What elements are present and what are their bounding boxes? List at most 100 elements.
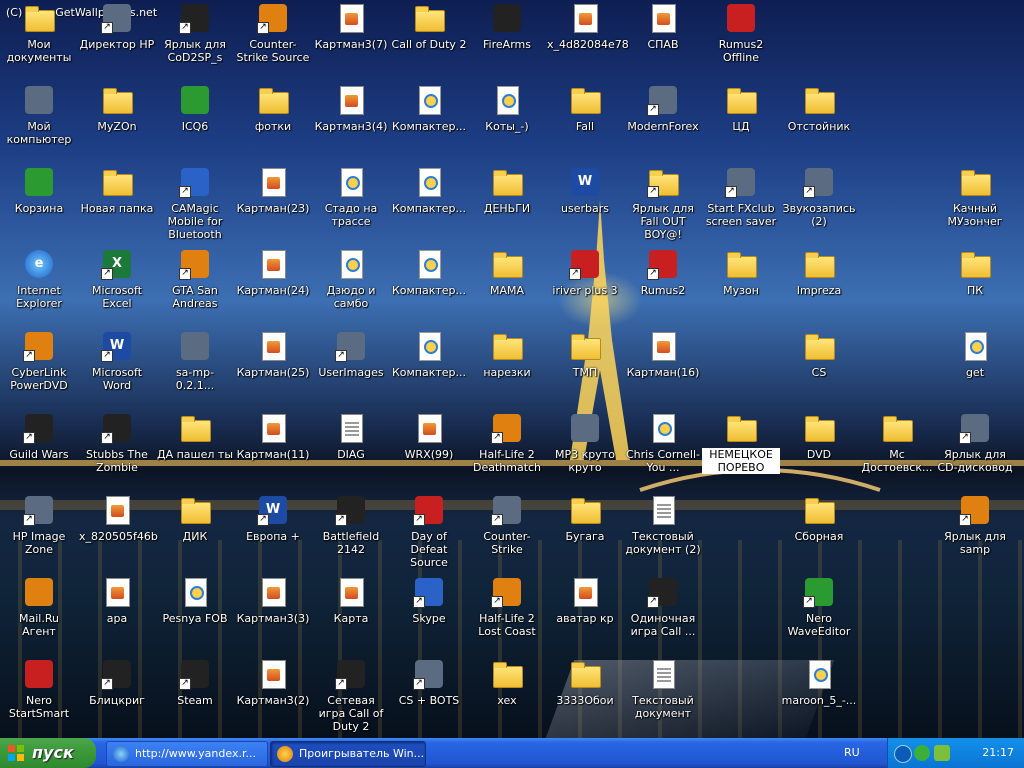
desktop-icon[interactable]: ↗ ModernForex <box>624 84 702 166</box>
desktop-icon[interactable]: Бугага <box>546 494 624 576</box>
desktop-icon[interactable]: Мой компьютер <box>0 84 78 166</box>
desktop-icon[interactable]: ↗ Ярлык для CoD2SP_s <box>156 2 234 84</box>
desktop-icon[interactable]: НЕМЕЦКОЕ ПОРЕВО <box>702 412 780 494</box>
desktop-icon[interactable]: MAMA <box>468 248 546 330</box>
desktop-icon[interactable]: ↗ CyberLink PowerDVD <box>0 330 78 412</box>
desktop-icon[interactable]: ↗ Блицкриг <box>78 658 156 738</box>
desktop-icon[interactable]: Отстойник <box>780 84 858 166</box>
desktop-icon[interactable]: Новая папка <box>78 166 156 248</box>
desktop-icon[interactable]: W ↗ Microsoft Word <box>78 330 156 412</box>
desktop-icon[interactable]: ДА пашел ты <box>156 412 234 494</box>
desktop-icon[interactable]: Rumus2 Offline <box>702 2 780 84</box>
desktop-icon[interactable]: e Internet Explorer <box>0 248 78 330</box>
desktop-icon[interactable]: Картман3(2) <box>234 658 312 738</box>
desktop-icon[interactable]: Текстовый документ (2) <box>624 494 702 576</box>
desktop-icon[interactable]: Компактер... <box>390 166 468 248</box>
desktop-icon[interactable]: Компактер... <box>390 84 468 166</box>
desktop-icon[interactable]: Компактер... <box>390 330 468 412</box>
desktop-icon[interactable]: ↗ CAMagic Mobile for Bluetooth <box>156 166 234 248</box>
desktop-icon[interactable]: нарезки <box>468 330 546 412</box>
desktop-icon[interactable]: x_4d82084e78 <box>546 2 629 84</box>
desktop-icon[interactable]: Nero StartSmart <box>0 658 78 738</box>
desktop-icon[interactable]: DVD <box>780 412 858 494</box>
desktop-icon[interactable]: ↗ Battlefield 2142 <box>312 494 390 576</box>
desktop-icon[interactable]: Мс Достоевск... <box>858 412 936 494</box>
taskbar-button-media-player[interactable]: Проигрыватель Win... <box>270 741 426 767</box>
desktop-icon[interactable]: ↗ Звукозапись (2) <box>780 166 858 248</box>
desktop-icon[interactable]: Текстовый документ <box>624 658 702 738</box>
desktop-icon[interactable]: ↗ GTA San Andreas <box>156 248 234 330</box>
desktop-icon[interactable]: ↗ CS + BOTS <box>390 658 468 738</box>
desktop-icon[interactable]: Мои документы <box>0 2 78 84</box>
desktop-icon[interactable]: ↗ Nero WaveEditor <box>780 576 858 658</box>
desktop-icon[interactable]: Pesnya FOB <box>156 576 234 658</box>
desktop-icon[interactable]: Картман(24) <box>234 248 312 330</box>
desktop-icon[interactable]: ↗ Start FXclub screen saver <box>702 166 780 248</box>
desktop-icon[interactable]: ДИК <box>156 494 234 576</box>
desktop-icon[interactable]: W ↗ Европа + <box>234 494 312 576</box>
icq-tray-icon[interactable] <box>914 745 930 761</box>
desktop-icon[interactable]: sa-mp-0.2.1... <box>156 330 234 412</box>
language-indicator[interactable]: RU <box>844 746 860 759</box>
desktop-icon[interactable]: ↗ Skype <box>390 576 468 658</box>
desktop-icon[interactable]: ↗ Одиночная игра Call ... <box>624 576 702 658</box>
desktop-icon[interactable]: ↗ Counter-Strike <box>468 494 546 576</box>
desktop-icon[interactable]: WRX(99) <box>390 412 468 494</box>
desktop-icon[interactable]: ↗ Ярлык для CD-дисковод <box>936 412 1014 494</box>
desktop-icon[interactable]: MyZOn <box>78 84 156 166</box>
desktop-icon[interactable]: maroon_5_-... <box>780 658 858 738</box>
desktop-icon[interactable]: Дзюдо и самбо <box>312 248 390 330</box>
desktop-icon[interactable]: Chris Cornell-You ... <box>624 412 702 494</box>
desktop-icon[interactable]: Карта <box>312 576 390 658</box>
desktop-icon[interactable]: Компактер... <box>390 248 468 330</box>
desktop-icon[interactable]: ↗ Stubbs The Zombie <box>78 412 156 494</box>
desktop-icon[interactable]: фотки <box>234 84 312 166</box>
network-tray-icon[interactable] <box>934 745 950 761</box>
desktop-icon[interactable]: Коты_-) <box>468 84 546 166</box>
desktop-icon[interactable]: аватар кр <box>546 576 624 658</box>
desktop-icon[interactable]: Картман3(3) <box>234 576 312 658</box>
desktop-icon[interactable]: FireArms <box>468 2 546 84</box>
desktop-icon[interactable]: MP3 круто круто <box>546 412 624 494</box>
desktop-icon[interactable]: Call of Duty 2 <box>390 2 468 84</box>
desktop-icon[interactable]: ↗ HP Image Zone <box>0 494 78 576</box>
desktop-icon[interactable]: X ↗ Microsoft Excel <box>78 248 156 330</box>
desktop-icon[interactable]: ICQ6 <box>156 84 234 166</box>
desktop-icon[interactable]: Fall <box>546 84 624 166</box>
desktop-icon[interactable]: Стадо на трассе <box>312 166 390 248</box>
desktop-icon[interactable]: ТМП <box>546 330 624 412</box>
desktop-icon[interactable]: ↗ Half-Life 2 Lost Coast <box>468 576 546 658</box>
start-button[interactable]: пуск <box>0 738 96 768</box>
desktop-icon[interactable]: Сборная <box>780 494 858 576</box>
desktop-icon[interactable]: apa <box>78 576 156 658</box>
desktop-icon[interactable]: DIAG <box>312 412 390 494</box>
desktop-icon[interactable]: Картман3(4) <box>312 84 390 166</box>
desktop-icon[interactable]: ↗ UserImages <box>312 330 390 412</box>
desktop-icon[interactable]: ↗ Steam <box>156 658 234 738</box>
desktop-icon[interactable]: Картман3(7) <box>312 2 390 84</box>
desktop-icon[interactable]: ЦД <box>702 84 780 166</box>
desktop-icon[interactable]: Картман(16) <box>624 330 702 412</box>
desktop-icon[interactable]: x_820505f46b <box>78 494 158 576</box>
desktop-icon[interactable]: СПАВ <box>624 2 702 84</box>
desktop-icon[interactable]: 3333Обои <box>546 658 624 738</box>
desktop-icon[interactable]: CS <box>780 330 858 412</box>
desktop-icon[interactable]: Картман(23) <box>234 166 312 248</box>
chevron-left-icon[interactable] <box>894 745 912 763</box>
desktop-icon[interactable]: Качный МУзончег <box>936 166 1014 248</box>
desktop-icon[interactable]: Mail.Ru Агент <box>0 576 78 658</box>
desktop-icon[interactable]: ↗ Сетевая игра Call of Duty 2 <box>312 658 390 738</box>
desktop-icon[interactable]: get <box>936 330 1014 412</box>
desktop-icon[interactable]: ↗ Директор HP <box>78 2 156 84</box>
desktop-icon[interactable]: ↗ Guild Wars <box>0 412 78 494</box>
desktop-icon[interactable]: ↗ Counter-Strike Source <box>234 2 312 84</box>
desktop-icon[interactable]: Картман(25) <box>234 330 312 412</box>
desktop-icon[interactable]: Impreza <box>780 248 858 330</box>
desktop-icon[interactable]: Музон <box>702 248 780 330</box>
desktop-icon[interactable]: ПК <box>936 248 1014 330</box>
desktop-icon[interactable]: Wuserbars <box>546 166 624 248</box>
desktop-icon[interactable]: ↗ Rumus2 <box>624 248 702 330</box>
desktop-icon[interactable]: ДЕНЬГИ <box>468 166 546 248</box>
desktop-icon[interactable]: Картман(11) <box>234 412 312 494</box>
desktop-icon[interactable]: ↗ Ярлык для samp <box>936 494 1014 576</box>
